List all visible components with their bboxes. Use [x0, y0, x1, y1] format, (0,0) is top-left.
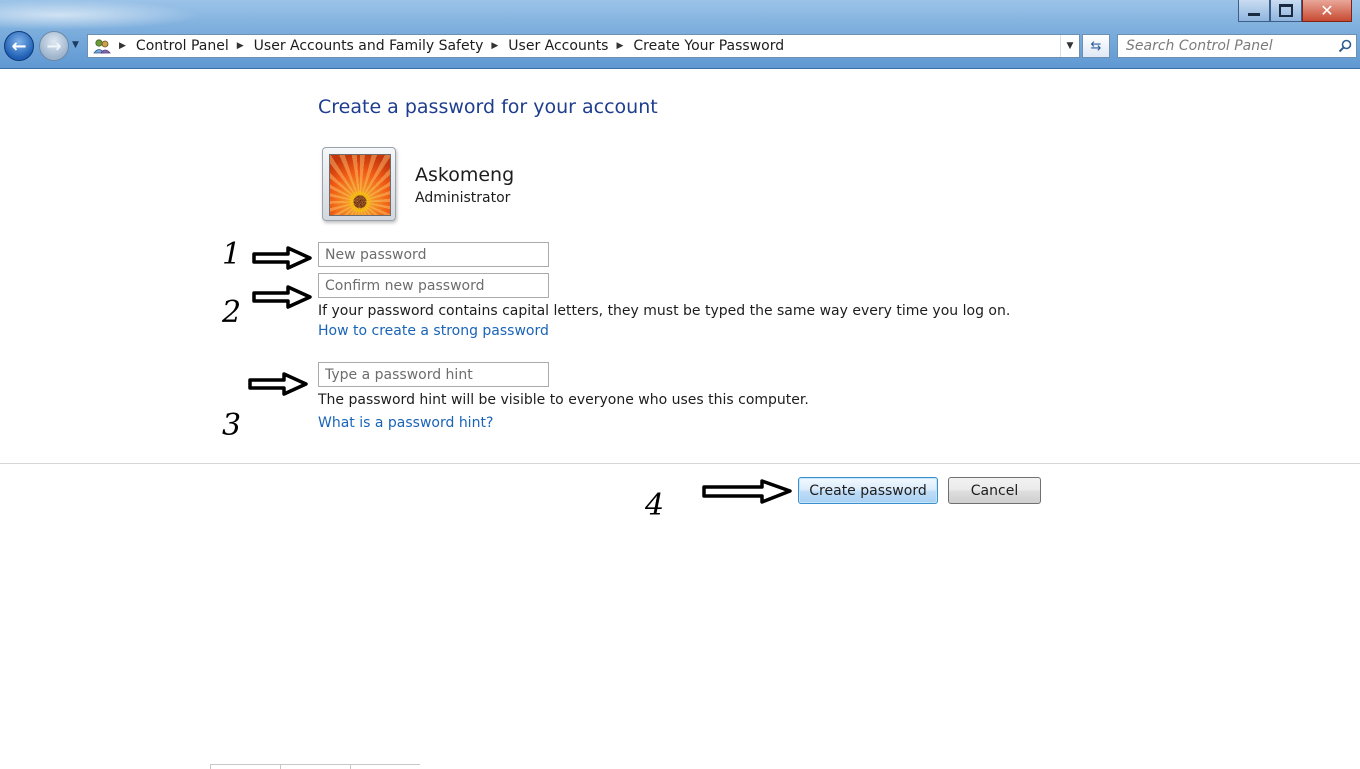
control-panel-icon: [91, 36, 113, 56]
page-title: Create a password for your account: [318, 96, 658, 118]
create-password-button[interactable]: Create password: [798, 477, 938, 504]
confirm-password-field[interactable]: [318, 273, 549, 298]
avatar: [322, 147, 396, 221]
forward-button[interactable]: →: [39, 31, 69, 61]
breadcrumb-control-panel[interactable]: Control Panel: [136, 38, 229, 54]
address-dropdown-button[interactable]: ▼: [1060, 35, 1079, 57]
new-password-field[interactable]: [318, 242, 549, 267]
breadcrumb-create-your-password[interactable]: Create Your Password: [633, 38, 784, 54]
close-icon: ✕: [1320, 1, 1334, 20]
breadcrumb-separator-icon[interactable]: ▶: [237, 41, 244, 51]
window-chrome: ✕ ← → ▼ ▶ Control Panel ▶ User Accounts …: [0, 0, 1360, 69]
password-hint-field[interactable]: [318, 362, 549, 387]
caps-lock-note: If your password contains capital letter…: [318, 303, 1011, 319]
back-arrow-icon: ←: [11, 35, 27, 57]
breadcrumb-separator-icon[interactable]: ▶: [491, 41, 498, 51]
cancel-button[interactable]: Cancel: [948, 477, 1041, 504]
user-role: Administrator: [415, 190, 511, 206]
flower-picture-icon: [329, 154, 391, 216]
annotation-step-4: 4: [645, 488, 665, 523]
back-button[interactable]: ←: [4, 31, 34, 61]
annotation-step-3: 3: [222, 408, 242, 443]
divider: [0, 463, 1360, 464]
search-box[interactable]: [1117, 34, 1357, 58]
arrow-right-icon: [252, 285, 312, 309]
window-controls: ✕: [1238, 0, 1352, 24]
minimize-icon: [1248, 13, 1260, 16]
arrow-right-icon: [252, 246, 312, 270]
search-icon[interactable]: [1334, 35, 1356, 57]
forward-arrow-icon: →: [46, 35, 62, 57]
annotation-step-2: 2: [222, 295, 242, 330]
chevron-down-icon: ▼: [1066, 41, 1074, 51]
annotation-step-1: 1: [222, 237, 242, 272]
breadcrumb-user-accounts[interactable]: User Accounts: [508, 38, 608, 54]
search-input[interactable]: [1118, 35, 1334, 57]
password-hint-input[interactable]: [319, 363, 548, 386]
refresh-icon: ⇆: [1090, 38, 1102, 54]
refresh-button[interactable]: ⇆: [1082, 34, 1110, 58]
minimize-button[interactable]: [1238, 0, 1270, 22]
recent-pages-dropdown[interactable]: ▼: [72, 40, 79, 50]
close-button[interactable]: ✕: [1302, 0, 1352, 22]
restore-icon: [1279, 4, 1293, 17]
maximize-button[interactable]: [1270, 0, 1302, 22]
password-hint-link[interactable]: What is a password hint?: [318, 415, 493, 431]
breadcrumb-user-accounts-family-safety[interactable]: User Accounts and Family Safety: [254, 38, 484, 54]
confirm-password-input[interactable]: [319, 274, 548, 297]
breadcrumb-separator-icon: ▶: [119, 41, 126, 51]
taskbar-edge: [210, 764, 420, 769]
breadcrumb-separator-icon[interactable]: ▶: [616, 41, 623, 51]
chevron-down-icon: ▼: [72, 40, 79, 50]
new-password-input[interactable]: [319, 243, 548, 266]
arrow-right-icon: [248, 372, 308, 396]
chrome-glow: [0, 0, 200, 30]
address-bar[interactable]: ▶ Control Panel ▶ User Accounts and Fami…: [87, 34, 1080, 58]
hint-visibility-note: The password hint will be visible to eve…: [318, 392, 809, 408]
user-name: Askomeng: [415, 164, 515, 186]
strong-password-link[interactable]: How to create a strong password: [318, 323, 549, 339]
arrow-right-icon: [702, 479, 792, 504]
